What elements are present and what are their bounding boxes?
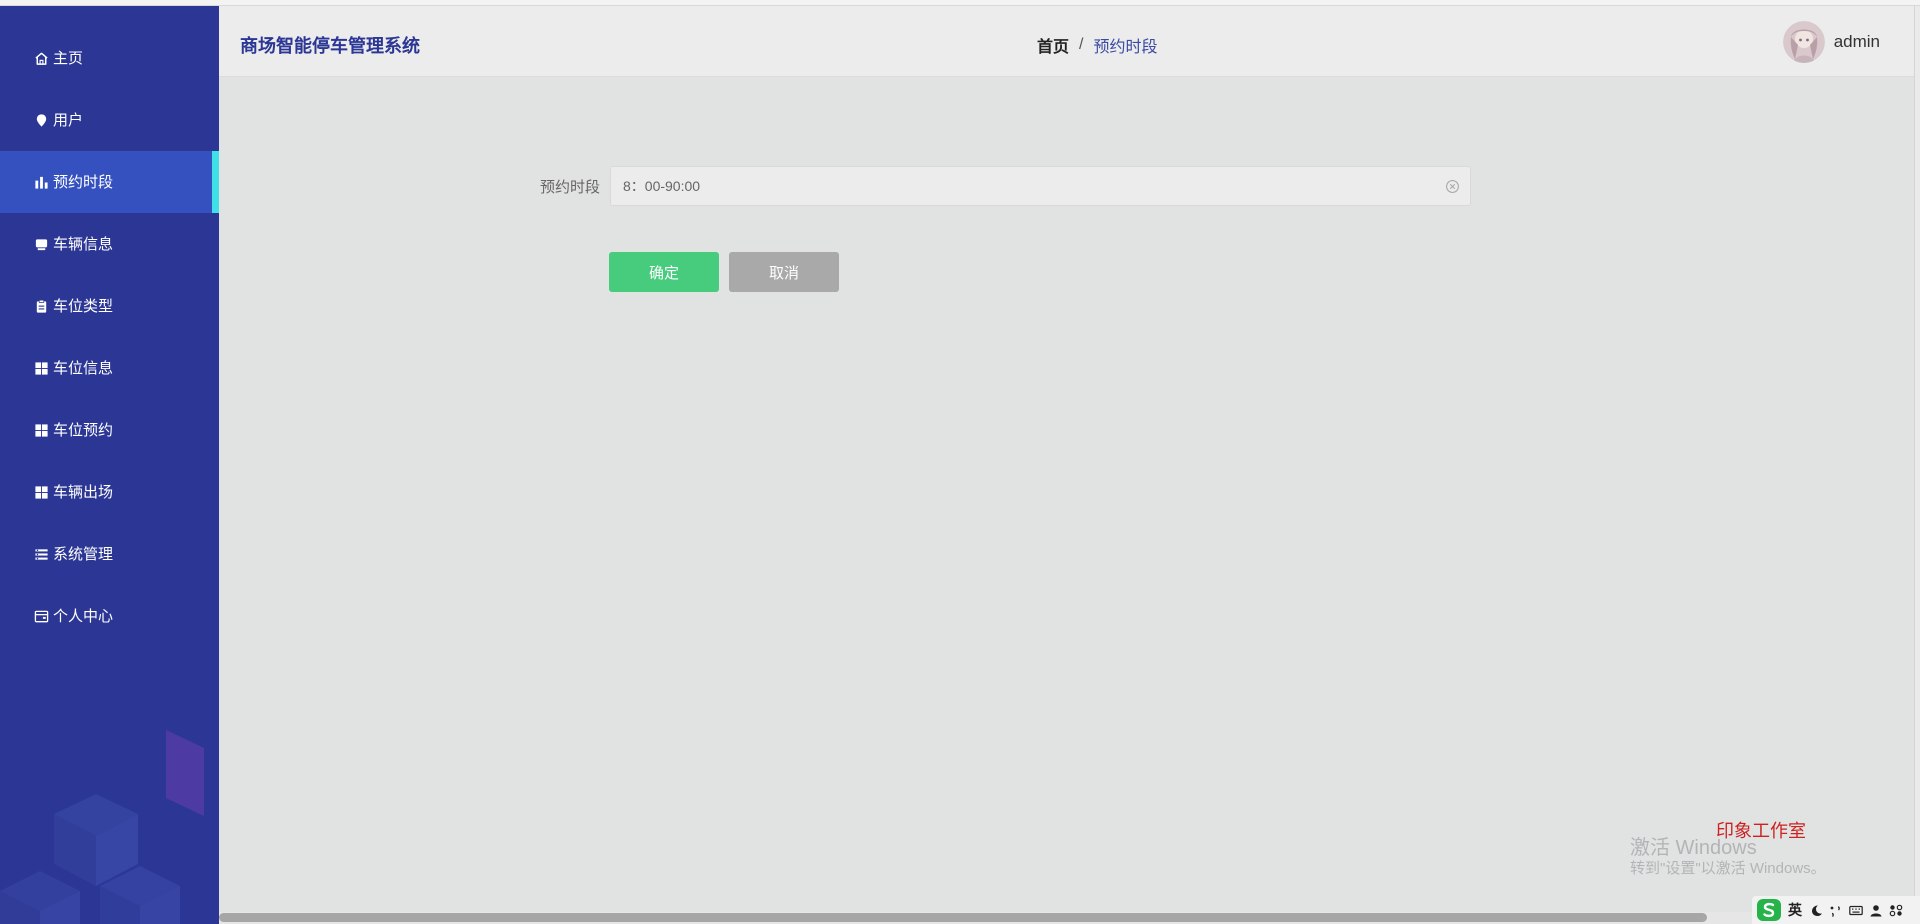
sidebar-item-vehicle-info[interactable]: 车辆信息: [0, 213, 219, 275]
user-menu[interactable]: admin: [1782, 21, 1880, 63]
sidebar-item-system-management[interactable]: 系统管理: [0, 523, 219, 585]
sidebar-item-home[interactable]: 主页: [0, 27, 219, 89]
windows-activation-title: 激活 Windows: [1630, 837, 1757, 859]
toolbox-icon[interactable]: [1888, 903, 1903, 917]
form-row-booking-slot: 预约时段: [538, 166, 1471, 206]
sidebar-item-label: 车位预约: [53, 421, 114, 439]
location-pin-icon: [33, 112, 49, 128]
moon-icon[interactable]: [1808, 903, 1823, 917]
sidebar-item-booking-slots[interactable]: 预约时段: [0, 151, 219, 213]
sidebar-item-users[interactable]: 用户: [0, 89, 219, 151]
sidebar-item-label: 主页: [53, 49, 84, 67]
sidebar-item-label: 用户: [53, 111, 84, 129]
clear-icon[interactable]: [1445, 179, 1460, 194]
confirm-button[interactable]: 确定: [609, 252, 719, 292]
booking-slot-input[interactable]: [611, 167, 1470, 205]
punctuation-icon[interactable]: [1828, 903, 1843, 917]
grid-icon: [33, 422, 49, 438]
sidebar-item-label: 车位信息: [53, 359, 114, 377]
clipboard-icon: [33, 298, 49, 314]
username[interactable]: admin: [1834, 32, 1880, 52]
keyboard-icon[interactable]: [1848, 903, 1863, 917]
sidebar-item-label: 车位类型: [53, 297, 114, 315]
sidebar-item-label: 预约时段: [53, 173, 114, 191]
cancel-button[interactable]: 取消: [729, 252, 839, 292]
breadcrumb-home[interactable]: 首页: [1037, 33, 1069, 57]
breadcrumb-separator: /: [1079, 36, 1084, 53]
sidebar-item-space-info[interactable]: 车位信息: [0, 337, 219, 399]
sidebar-menu: 主页 用户 预约时段 车辆信息 车位类型 车位信息 车位预约 车辆出场 系统管理…: [0, 27, 219, 647]
sidebar-item-label: 车辆信息: [53, 235, 114, 253]
avatar[interactable]: [1782, 21, 1825, 63]
home-icon: [33, 50, 49, 66]
bar-chart-icon: [33, 174, 49, 190]
ime-toolbar: 英: [1752, 896, 1920, 924]
sidebar-item-personal-center[interactable]: 个人中心: [0, 585, 219, 647]
sidebar-item-label: 车辆出场: [53, 483, 114, 501]
card-icon: [33, 608, 49, 624]
booking-slot-input-wrapper: [610, 166, 1471, 206]
windows-activation-subtitle: 转到"设置"以激活 Windows。: [1630, 860, 1826, 877]
booking-slot-label: 预约时段: [539, 178, 600, 196]
sidebar-item-space-booking[interactable]: 车位预约: [0, 399, 219, 461]
breadcrumb-current: 预约时段: [1093, 39, 1158, 56]
monitor-icon: [33, 236, 49, 252]
user-icon[interactable]: [1868, 903, 1883, 917]
breadcrumb: 首页 / 预约时段: [1037, 33, 1157, 57]
sidebar-item-space-types[interactable]: 车位类型: [0, 275, 219, 337]
sidebar-item-vehicle-exit[interactable]: 车辆出场: [0, 461, 219, 523]
grid-icon: [33, 360, 49, 376]
horizontal-scrollbar-thumb[interactable]: [219, 913, 1707, 922]
top-header: 商场智能停车管理系统 首页 / 预约时段 admin: [219, 6, 1920, 77]
ime-language-toggle[interactable]: 英: [1788, 900, 1802, 920]
sogou-logo-icon[interactable]: [1756, 898, 1782, 922]
app-title: 商场智能停车管理系统: [240, 36, 420, 56]
list-icon: [33, 546, 49, 562]
vertical-scrollbar[interactable]: [1914, 6, 1920, 924]
sidebar: 主页 用户 预约时段 车辆信息 车位类型 车位信息 车位预约 车辆出场 系统管理…: [0, 6, 219, 924]
sidebar-item-label: 系统管理: [53, 545, 114, 563]
sidebar-item-label: 个人中心: [53, 607, 114, 625]
grid-icon: [33, 484, 49, 500]
